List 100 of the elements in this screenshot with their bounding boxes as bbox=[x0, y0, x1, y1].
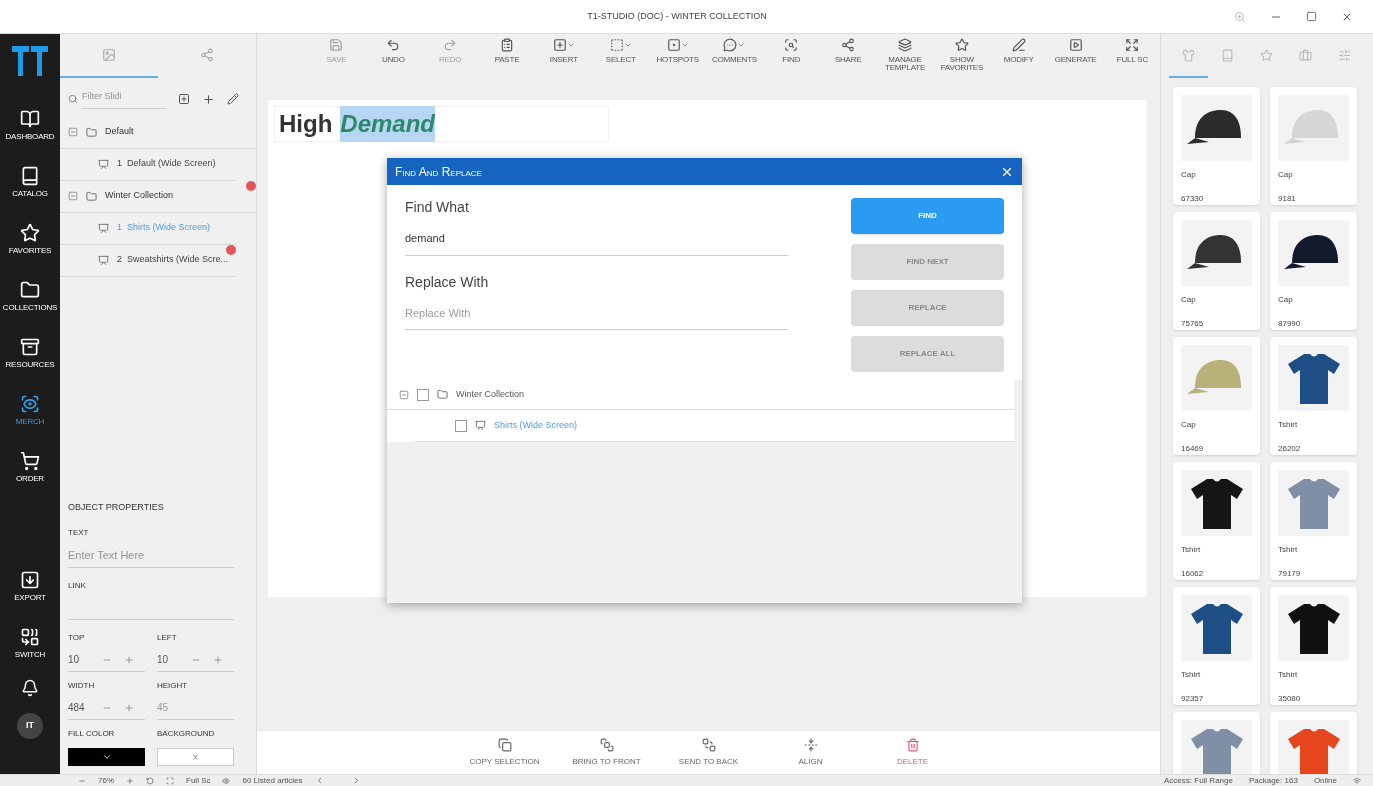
tree-item[interactable]: Default bbox=[105, 125, 134, 139]
tree-row[interactable]: 2 Sweatshirts (Wide Scre... bbox=[60, 244, 236, 277]
product-card[interactable]: Tshirt 16062 bbox=[1173, 462, 1260, 580]
zoom-icon[interactable] bbox=[1234, 10, 1246, 23]
action-button[interactable]: ALIGN bbox=[770, 737, 851, 768]
action-button[interactable]: BRING TO FRONT bbox=[566, 737, 647, 768]
image-icon bbox=[102, 48, 116, 62]
product-card[interactable]: Cap 67330 bbox=[1173, 87, 1260, 205]
zoom-in-icon[interactable] bbox=[126, 776, 134, 785]
product-card[interactable]: Cap 9181 bbox=[1270, 87, 1357, 205]
result-item[interactable]: Winter Collection bbox=[456, 387, 525, 402]
find-field[interactable]: demand bbox=[405, 230, 788, 256]
align-icon bbox=[803, 737, 818, 752]
collapse-icon[interactable] bbox=[68, 127, 78, 137]
add-slide-icon[interactable] bbox=[178, 93, 190, 106]
toolbar-button[interactable]: SELECT bbox=[593, 36, 649, 64]
pencil-icon[interactable] bbox=[227, 93, 239, 106]
scan-icon[interactable] bbox=[20, 393, 40, 414]
tree-item[interactable]: 1 Default (Wide Screen) bbox=[117, 157, 216, 171]
book-icon[interactable] bbox=[20, 108, 40, 129]
maximize-button[interactable] bbox=[1306, 11, 1317, 22]
action-button[interactable]: DELETE bbox=[872, 737, 953, 768]
nav-item[interactable]: SWITCH bbox=[14, 650, 46, 659]
folder-icon bbox=[86, 190, 97, 202]
toolbar-button[interactable]: SHOW FAVORITES bbox=[934, 36, 990, 72]
star-icon[interactable] bbox=[20, 222, 40, 243]
nav-item[interactable]: EXPORT bbox=[14, 593, 46, 602]
nav-item[interactable]: DASHBOARD bbox=[5, 132, 55, 141]
fullscreen-icon[interactable] bbox=[166, 776, 174, 785]
bring-to-front-icon bbox=[599, 737, 614, 752]
download-box-icon[interactable] bbox=[20, 569, 40, 590]
toolbar-button[interactable]: COMMENTS bbox=[707, 36, 762, 64]
number-field[interactable]: 10 bbox=[68, 652, 90, 667]
book-icon[interactable] bbox=[20, 165, 40, 186]
toolbar-button[interactable]: INSERT bbox=[536, 36, 592, 64]
product-card[interactable]: Cap 87990 bbox=[1270, 212, 1357, 330]
star-icon bbox=[1260, 48, 1273, 62]
fill-color-swatch[interactable] bbox=[68, 748, 145, 766]
background-swatch[interactable]: × bbox=[157, 748, 234, 766]
number-field[interactable]: 484 bbox=[68, 700, 90, 715]
text-box[interactable]: High Demand bbox=[274, 106, 609, 142]
nav-item[interactable]: COLLECTIONS bbox=[2, 303, 58, 312]
book-icon bbox=[1221, 48, 1234, 62]
wifi-icon bbox=[1353, 776, 1361, 785]
product-card[interactable]: Tshirt 26202 bbox=[1270, 337, 1357, 455]
checkbox[interactable] bbox=[455, 419, 467, 432]
avatar[interactable]: IT bbox=[17, 713, 43, 739]
nav-item[interactable]: CATALOG bbox=[12, 189, 48, 198]
collapse-icon[interactable] bbox=[399, 389, 409, 400]
package-status: Package: 163 bbox=[1248, 776, 1298, 785]
action-button[interactable]: COPY SELECTION bbox=[464, 737, 545, 768]
caret-icon bbox=[680, 41, 689, 49]
tree-item[interactable]: 2 Sweatshirts (Wide Scre... bbox=[117, 253, 229, 267]
copy-icon bbox=[497, 737, 512, 752]
cart-icon[interactable] bbox=[20, 450, 40, 471]
toolbar-button[interactable]: PASTE bbox=[479, 36, 535, 64]
product-name: Cap bbox=[1181, 169, 1197, 181]
field-label: BACKGROUND bbox=[157, 728, 216, 740]
tree-row[interactable]: Winter Collection bbox=[60, 180, 256, 213]
fullscreen-label[interactable]: Full Sc bbox=[186, 776, 211, 785]
product-card[interactable]: Cap 75765 bbox=[1173, 212, 1260, 330]
filter-field[interactable]: Filter Slidi bbox=[82, 90, 166, 109]
tree-item[interactable]: Winter Collection bbox=[105, 189, 174, 203]
toolbar-button[interactable]: SHARE bbox=[820, 36, 876, 64]
product-card[interactable]: Cap 16469 bbox=[1173, 337, 1260, 455]
checkbox[interactable] bbox=[417, 388, 429, 401]
toolbar-button[interactable]: GENERATE bbox=[1048, 36, 1104, 64]
collapse-icon[interactable] bbox=[68, 191, 78, 201]
tree-row[interactable]: Default bbox=[60, 116, 256, 149]
online-status: Online bbox=[1313, 776, 1337, 785]
archive-icon[interactable] bbox=[20, 336, 40, 357]
product-name: Tshirt bbox=[1278, 419, 1299, 431]
product-name: Tshirt bbox=[1278, 544, 1299, 556]
bell-icon[interactable] bbox=[21, 679, 39, 697]
toolbar-button[interactable]: UNDO bbox=[365, 36, 421, 64]
switch-icon[interactable] bbox=[20, 626, 40, 647]
replace-field[interactable]: Replace With bbox=[405, 304, 788, 330]
toolbar-button[interactable]: HOTSPOTS bbox=[650, 36, 705, 64]
nav-item[interactable]: ORDER bbox=[16, 474, 44, 483]
product-card[interactable]: Tshirt 35080 bbox=[1270, 587, 1357, 705]
undo-icon bbox=[386, 38, 401, 52]
nav-item[interactable]: MERCH bbox=[15, 417, 45, 426]
trash-icon bbox=[905, 737, 920, 752]
plus-icon[interactable] bbox=[202, 92, 215, 106]
product-card[interactable]: Tshirt 79179 bbox=[1270, 462, 1357, 580]
nav-item[interactable]: FAVORITES bbox=[8, 246, 52, 255]
nav-item[interactable]: RESOURCES bbox=[5, 360, 55, 369]
toolbar-button[interactable]: FULL SC bbox=[1105, 36, 1160, 64]
product-name: Cap bbox=[1181, 419, 1197, 431]
field-label: LEFT bbox=[157, 632, 178, 644]
product-card[interactable]: Tshirt 92357 bbox=[1173, 587, 1260, 705]
number-field[interactable]: 10 bbox=[157, 652, 179, 667]
action-button[interactable]: SEND TO BACK bbox=[668, 737, 749, 768]
toolbar-button[interactable]: FIND bbox=[763, 36, 819, 64]
toolbar-button[interactable]: MANAGE TEMPLATE bbox=[877, 36, 933, 72]
folder-icon[interactable] bbox=[20, 279, 40, 300]
tree-row[interactable]: 1 Default (Wide Screen) bbox=[60, 148, 236, 181]
toolbar-button[interactable]: MODIFY bbox=[991, 36, 1047, 64]
reset-icon[interactable] bbox=[146, 776, 154, 785]
text-field[interactable]: Enter Text Here bbox=[68, 546, 234, 568]
